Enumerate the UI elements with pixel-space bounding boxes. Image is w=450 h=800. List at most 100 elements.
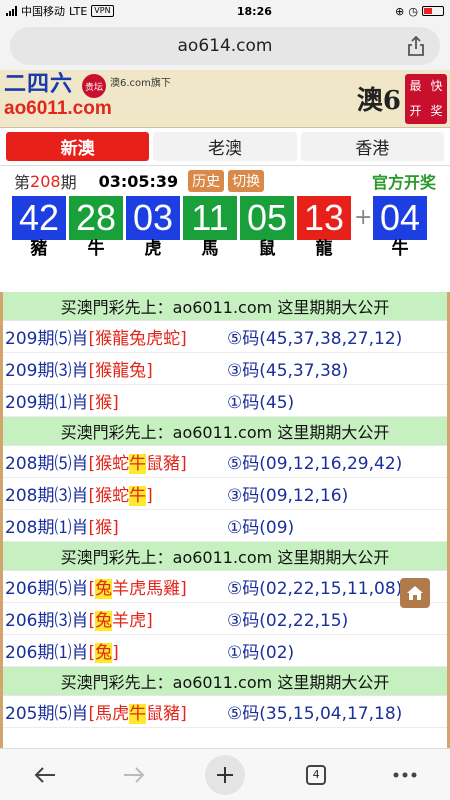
number-prediction: ③码(45,37,38) xyxy=(227,361,349,381)
zodiac-pick: 馬 xyxy=(146,579,164,599)
site-banner: 二四六 ao6011.com 贵坛 澳6.com旗下 澳6 最 快 开 奖 xyxy=(0,70,450,128)
tab-old-macau[interactable]: 老澳 xyxy=(153,132,297,161)
battery-icon xyxy=(421,6,444,16)
period-label: 209期⑶肖 xyxy=(5,361,89,381)
zodiac-pick: 猴 xyxy=(95,393,113,413)
ball-number: 13 xyxy=(297,196,351,240)
banner-right-logo: 澳6 最 快 开 奖 xyxy=(357,70,450,127)
new-tab-button[interactable] xyxy=(204,754,245,795)
bracket: ] xyxy=(180,454,187,474)
zodiac-pick: 猴 xyxy=(95,329,113,349)
zodiac-prediction: 209期⑶肖[猴龍兔] xyxy=(5,356,227,381)
zodiac-pick: 龍 xyxy=(112,361,130,381)
home-button[interactable] xyxy=(400,578,430,608)
period-label: 206期⑴肖 xyxy=(5,643,89,663)
network-type: LTE xyxy=(69,4,88,18)
prediction-row: 206期⑸肖[兔羊虎馬雞] ⑤码(02,22,15,11,08) xyxy=(3,571,447,603)
zodiac-pick: 豬 xyxy=(163,454,181,474)
draw-info: 第 208 期 03:05:39 历史 切换 官方开奖 xyxy=(0,166,450,196)
number-prediction: ⑤码(09,12,16,29,42) xyxy=(227,454,403,474)
result-ball: 28 牛 xyxy=(69,196,123,258)
tab-new-macau[interactable]: 新澳 xyxy=(6,132,150,161)
bracket: ] xyxy=(112,518,119,538)
carrier-name: 中国移动 xyxy=(21,5,65,18)
more-button[interactable] xyxy=(387,757,423,793)
stamp-char: 奖 xyxy=(430,103,443,118)
prediction-row: 209期⑶肖[猴龍兔] ③码(45,37,38) xyxy=(3,353,447,385)
more-dots-icon xyxy=(393,772,417,777)
number-prediction: ③码(02,22,15) xyxy=(227,611,349,631)
prediction-list[interactable]: 买澳門彩先上：ao6011.com 这里期期大公开 209期⑸肖[猴龍兔虎蛇] ⑤码… xyxy=(0,292,450,750)
alarm-icon: ◷ xyxy=(408,4,418,18)
result-ball: 11 馬 xyxy=(183,196,237,258)
home-icon xyxy=(407,586,423,600)
back-arrow-icon xyxy=(34,766,55,783)
browser-toolbar: ao614.com xyxy=(0,22,450,70)
zodiac-pick: 兔 xyxy=(95,611,113,631)
forward-button[interactable] xyxy=(116,757,152,793)
zodiac-prediction: 205期⑸肖[馬虎牛鼠豬] xyxy=(5,699,227,724)
address-bar[interactable]: ao614.com xyxy=(10,27,440,65)
zodiac-pick: 蛇 xyxy=(112,486,130,506)
zodiac-prediction: 206期⑴肖[兔] xyxy=(5,638,227,663)
number-prediction: ⑤码(45,37,38,27,12) xyxy=(227,329,403,349)
period-label: 208期⑸肖 xyxy=(5,454,89,474)
promo-banner[interactable]: 买澳門彩先上：ao6011.com 这里期期大公开 xyxy=(3,417,447,446)
bracket: ] xyxy=(112,393,119,413)
zodiac-pick: 鼠 xyxy=(146,454,164,474)
prediction-row: 206期⑴肖[兔] ①码(02) xyxy=(3,635,447,667)
bracket: ] xyxy=(180,579,187,599)
official-draw-label: 官方开奖 xyxy=(371,173,436,192)
zodiac-pick: 蛇 xyxy=(163,329,181,349)
tab-hong-kong[interactable]: 香港 xyxy=(300,132,444,161)
promo-banner[interactable]: 买澳門彩先上：ao6011.com 这里期期大公开 xyxy=(3,542,447,571)
signal-icon xyxy=(6,6,17,16)
zodiac-prediction: 208期⑸肖[猴蛇牛鼠豬] xyxy=(5,449,227,474)
tabs-button[interactable]: 4 xyxy=(298,757,334,793)
zodiac-pick: 猴 xyxy=(95,454,113,474)
bracket: ] xyxy=(112,643,119,663)
zodiac-pick: 猴 xyxy=(95,486,113,506)
promo-banner[interactable]: 买澳門彩先上：ao6011.com 这里期期大公开 xyxy=(3,292,447,321)
stamp-char: 快 xyxy=(430,78,443,93)
result-balls: 42 豬 28 牛 03 虎 11 馬 05 鼠 13 龍 + 04 牛 xyxy=(0,196,450,258)
fastest-draw-stamp: 最 快 开 奖 xyxy=(405,73,447,124)
result-ball: 03 虎 xyxy=(126,196,180,258)
number-prediction: ①码(45) xyxy=(227,393,295,413)
number-prediction: ⑤码(35,15,04,17,18) xyxy=(227,704,403,724)
ball-number: 04 xyxy=(373,196,427,240)
ball-number: 05 xyxy=(240,196,294,240)
ball-number: 03 xyxy=(126,196,180,240)
result-ball: 13 龍 xyxy=(297,196,351,258)
seal-logo: 贵坛 xyxy=(82,74,106,98)
zodiac-pick: 虎 xyxy=(129,611,147,631)
region-tabs: 新澳 老澳 香港 xyxy=(0,128,450,166)
status-right: ⊕ ◷ xyxy=(395,5,444,18)
switch-button[interactable]: 切换 xyxy=(228,170,265,192)
ball-zodiac: 牛 xyxy=(87,239,105,259)
zodiac-pick: 虎 xyxy=(112,704,130,724)
period-label: 208期⑴肖 xyxy=(5,518,89,538)
share-icon[interactable] xyxy=(406,35,426,57)
back-button[interactable] xyxy=(27,757,63,793)
bracket: ] xyxy=(146,361,153,381)
history-button[interactable]: 历史 xyxy=(188,170,225,192)
ball-zodiac: 虎 xyxy=(144,239,162,259)
zodiac-pick: 龍 xyxy=(112,329,130,349)
prediction-row: 209期⑴肖[猴] ①码(45) xyxy=(3,385,447,417)
ao6-logo: 澳6 xyxy=(356,86,401,116)
period-label: 206期⑸肖 xyxy=(5,579,89,599)
countdown: 03:05:39 xyxy=(98,171,179,191)
ball-zodiac: 馬 xyxy=(201,239,219,259)
ball-number: 11 xyxy=(183,196,237,240)
promo-banner[interactable]: 买澳門彩先上：ao6011.com 这里期期大公开 xyxy=(3,667,447,696)
zodiac-pick: 虎 xyxy=(129,579,147,599)
period-label: 209期⑴肖 xyxy=(5,393,89,413)
zodiac-pick: 牛 xyxy=(129,486,147,506)
draw-suffix: 期 xyxy=(60,173,77,192)
zodiac-pick: 鼠 xyxy=(146,704,164,724)
ball-zodiac: 鼠 xyxy=(258,239,276,259)
prediction-row: 208期⑶肖[猴蛇牛] ③码(09,12,16) xyxy=(3,478,447,510)
zodiac-prediction: 206期⑶肖[兔羊虎] xyxy=(5,606,227,631)
status-left: 中国移动 LTE VPN xyxy=(6,3,114,19)
